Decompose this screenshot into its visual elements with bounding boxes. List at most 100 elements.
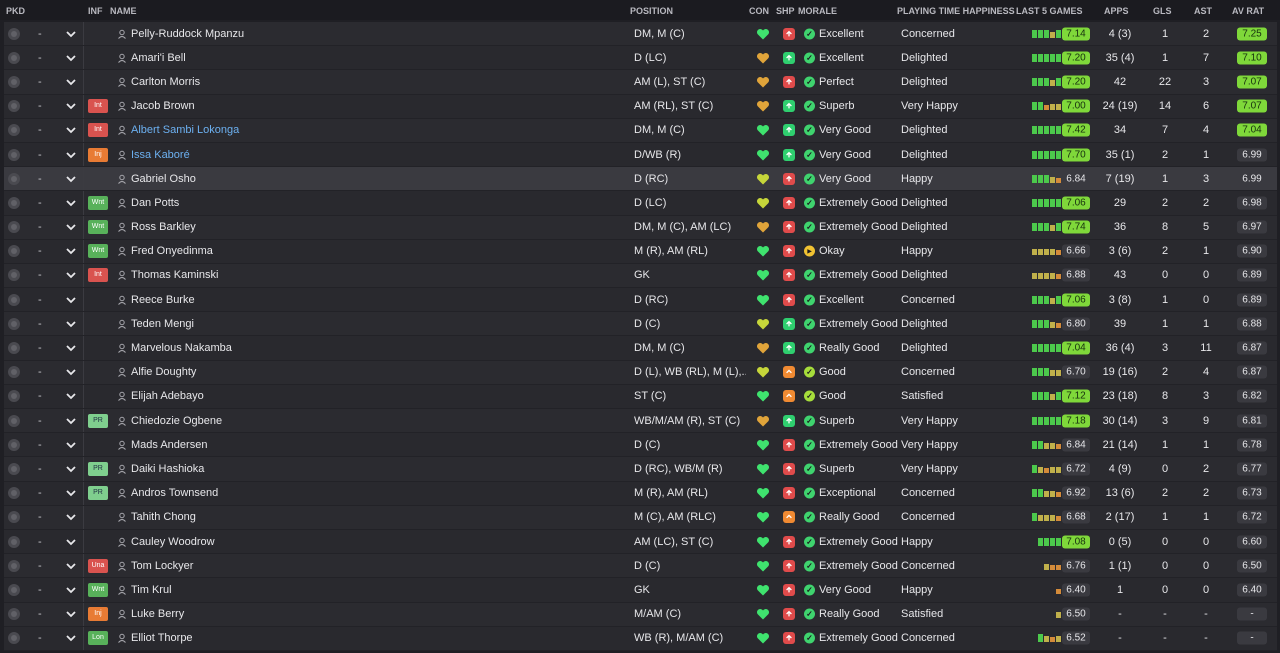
player-name[interactable]: Luke Berry: [131, 608, 184, 620]
player-name[interactable]: Chiedozie Ogbene: [131, 415, 222, 427]
pick-radio[interactable]: [8, 366, 20, 379]
pick-radio[interactable]: [8, 390, 20, 403]
player-name[interactable]: Jacob Brown: [131, 100, 195, 112]
chevron-down-icon[interactable]: [64, 123, 78, 137]
player-name[interactable]: Albert Sambi Lokonga: [131, 124, 239, 136]
chevron-down-icon[interactable]: [64, 583, 78, 597]
table-row[interactable]: - Pelly-Ruddock Mpanzu DM, M (C) ✓ Excellent…: [4, 22, 1277, 47]
info-badge[interactable]: PR: [88, 413, 108, 428]
player-name[interactable]: Tahith Chong: [131, 511, 196, 523]
chevron-down-icon[interactable]: [64, 220, 78, 234]
chevron-down-icon[interactable]: [64, 389, 78, 403]
pick-radio[interactable]: [8, 608, 20, 621]
player-name[interactable]: Elliot Thorpe: [131, 632, 193, 644]
table-row[interactable]: - Elijah Adebayo ST (C) ✓ Good Satisfied 7.12 2…: [4, 384, 1277, 409]
chevron-down-icon[interactable]: [64, 438, 78, 452]
pick-radio[interactable]: [8, 632, 20, 645]
table-row[interactable]: - Lon Elliot Thorpe WB (R), M/AM (C) ✓ Extrem…: [4, 626, 1277, 651]
info-badge[interactable]: Lon: [88, 631, 108, 646]
info-badge[interactable]: PR: [88, 461, 108, 476]
pick-radio[interactable]: [8, 293, 20, 306]
chevron-down-icon[interactable]: [64, 341, 78, 355]
pick-radio[interactable]: [8, 75, 20, 88]
table-row[interactable]: - Wnt Tim Krul GK ✓ Very Good Happy 6.40 1 0 0 6.40: [4, 578, 1277, 603]
table-row[interactable]: - Wnt Dan Potts D (LC) ✓ Extremely Good Deligh…: [4, 191, 1277, 216]
player-name[interactable]: Dan Potts: [131, 197, 179, 209]
table-row[interactable]: - Reece Burke D (RC) ✓ Excellent Concerned 7.0…: [4, 288, 1277, 313]
player-name[interactable]: Cauley Woodrow: [131, 536, 215, 548]
chevron-down-icon[interactable]: [64, 414, 78, 428]
pick-radio[interactable]: [8, 317, 20, 330]
player-name[interactable]: Ross Barkley: [131, 221, 196, 233]
player-name[interactable]: Alfie Doughty: [131, 366, 196, 378]
player-name[interactable]: Mads Andersen: [131, 439, 207, 451]
table-row[interactable]: - Mads Andersen D (C) ✓ Extremely Good Very H…: [4, 433, 1277, 458]
player-name[interactable]: Andros Townsend: [131, 487, 218, 499]
chevron-down-icon[interactable]: [64, 268, 78, 282]
table-row[interactable]: - Wnt Ross Barkley DM, M (C), AM (LC) ✓ Extre…: [4, 215, 1277, 240]
player-name[interactable]: Reece Burke: [131, 294, 195, 306]
table-row[interactable]: - PR Chiedozie Ogbene WB/M/AM (R), ST (C) ✓ S…: [4, 409, 1277, 434]
pick-radio[interactable]: [8, 148, 20, 161]
pick-radio[interactable]: [8, 487, 20, 500]
pick-radio[interactable]: [8, 342, 20, 355]
pick-radio[interactable]: [8, 172, 20, 185]
col-avrat[interactable]: AV RAT: [1232, 6, 1264, 16]
table-row[interactable]: - PR Andros Townsend M (R), AM (RL) ✓ Excepti…: [4, 481, 1277, 506]
col-position[interactable]: POSITION: [630, 6, 673, 16]
info-badge[interactable]: Inj: [88, 147, 108, 162]
chevron-down-icon[interactable]: [64, 148, 78, 162]
col-last5[interactable]: LAST 5 GAMES: [1016, 6, 1083, 16]
player-name[interactable]: Tim Krul: [131, 584, 172, 596]
col-inf[interactable]: INF: [88, 6, 103, 16]
chevron-down-icon[interactable]: [64, 75, 78, 89]
player-name[interactable]: Pelly-Ruddock Mpanzu: [131, 28, 244, 40]
col-name[interactable]: NAME: [110, 6, 137, 16]
table-row[interactable]: - Wnt Fred Onyedinma M (R), AM (RL) ▸ Okay Hap…: [4, 239, 1277, 264]
player-name[interactable]: Marvelous Nakamba: [131, 342, 232, 354]
pick-radio[interactable]: [8, 511, 20, 524]
table-row[interactable]: - Inj Issa Kaboré D/WB (R) ✓ Very Good Delight…: [4, 142, 1277, 168]
info-badge[interactable]: Wnt: [88, 582, 108, 597]
pick-radio[interactable]: [8, 221, 20, 234]
player-name[interactable]: Daiki Hashioka: [131, 463, 204, 475]
chevron-down-icon[interactable]: [64, 559, 78, 573]
player-name[interactable]: Gabriel Osho: [131, 173, 196, 185]
table-row[interactable]: - Una Tom Lockyer D (C) ✓ Extremely Good Conce…: [4, 554, 1277, 579]
player-name[interactable]: Carlton Morris: [131, 76, 200, 88]
info-badge[interactable]: PR: [88, 486, 108, 501]
pick-radio[interactable]: [8, 245, 20, 258]
table-row[interactable]: - Gabriel Osho D (RC) ✓ Very Good Happy 6.84 7 …: [4, 167, 1277, 192]
col-ast[interactable]: AST: [1194, 6, 1212, 16]
chevron-down-icon[interactable]: [64, 244, 78, 258]
pick-radio[interactable]: [8, 438, 20, 451]
player-name[interactable]: Issa Kaboré: [131, 149, 190, 161]
chevron-down-icon[interactable]: [64, 365, 78, 379]
chevron-down-icon[interactable]: [64, 27, 78, 41]
chevron-down-icon[interactable]: [64, 99, 78, 113]
chevron-down-icon[interactable]: [64, 293, 78, 307]
player-name[interactable]: Tom Lockyer: [131, 560, 193, 572]
col-pkd[interactable]: PKD: [6, 6, 25, 16]
pick-radio[interactable]: [8, 100, 20, 113]
info-badge[interactable]: Int: [88, 99, 108, 114]
table-row[interactable]: - Teden Mengi D (C) ✓ Extremely Good Delighte…: [4, 312, 1277, 337]
info-badge[interactable]: Int: [88, 268, 108, 283]
player-name[interactable]: Amari'i Bell: [131, 52, 186, 64]
col-apps[interactable]: APPS: [1104, 6, 1129, 16]
pick-radio[interactable]: [8, 462, 20, 475]
chevron-down-icon[interactable]: [64, 535, 78, 549]
table-row[interactable]: - Int Albert Sambi Lokonga DM, M (C) ✓ Very G…: [4, 118, 1277, 143]
player-name[interactable]: Teden Mengi: [131, 318, 194, 330]
info-badge[interactable]: Int: [88, 123, 108, 138]
chevron-down-icon[interactable]: [64, 172, 78, 186]
table-row[interactable]: - PR Daiki Hashioka D (RC), WB/M (R) ✓ Superb…: [4, 457, 1277, 482]
pick-radio[interactable]: [8, 414, 20, 427]
table-row[interactable]: - Int Thomas Kaminski GK ✓ Extremely Good Deli…: [4, 263, 1277, 289]
info-badge[interactable]: Inj: [88, 607, 108, 622]
chevron-down-icon[interactable]: [64, 51, 78, 65]
table-row[interactable]: - Cauley Woodrow AM (LC), ST (C) ✓ Extremely…: [4, 529, 1277, 555]
table-row[interactable]: - Amari'i Bell D (LC) ✓ Excellent Delighted 7.…: [4, 46, 1277, 71]
chevron-down-icon[interactable]: [64, 196, 78, 210]
chevron-down-icon[interactable]: [64, 607, 78, 621]
